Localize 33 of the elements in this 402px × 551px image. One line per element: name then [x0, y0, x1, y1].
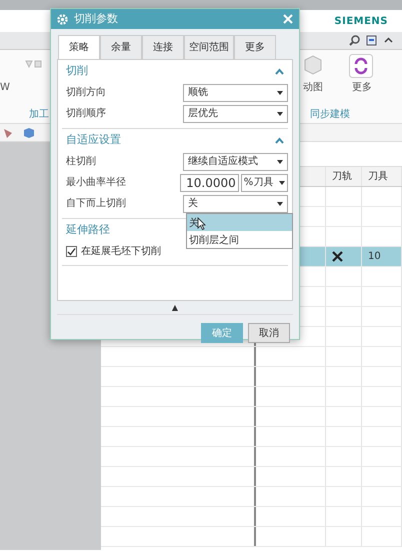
- section-title[interactable]: 切削: [66, 62, 88, 80]
- table-cell-text: 10: [368, 250, 381, 264]
- expand-toggle[interactable]: ▲: [57, 301, 293, 315]
- dropdown-field[interactable]: 顺铣: [182, 84, 288, 102]
- number-field[interactable]: 10.0000: [180, 174, 239, 192]
- tab[interactable]: 策略: [58, 35, 100, 59]
- checkbox-label: 在延展毛坯下切削: [81, 244, 161, 258]
- ribbon-label[interactable]: 加工: [29, 107, 49, 122]
- dialog-title: 切削参数: [74, 10, 119, 27]
- section-title[interactable]: 自适应设置: [66, 132, 121, 148]
- ribbon-label[interactable]: 同步建模: [310, 107, 350, 122]
- field-label: 最小曲率半径: [66, 176, 127, 190]
- tab[interactable]: 余量: [100, 35, 142, 59]
- dropdown-field[interactable]: 关: [182, 194, 288, 212]
- field-label: 切削方向: [66, 86, 107, 100]
- dropdown-field[interactable]: 层优先: [182, 104, 288, 122]
- section-title[interactable]: 延伸路径: [66, 222, 110, 238]
- tab[interactable]: 空间范围: [184, 35, 234, 59]
- field-label: 自下而上切削: [66, 196, 127, 211]
- dropdown-field[interactable]: 继续自适应模式: [182, 152, 288, 170]
- field-label: 切削顺序: [66, 106, 107, 121]
- column-header[interactable]: 刀具: [362, 167, 402, 186]
- ribbon-label[interactable]: 更多: [352, 80, 372, 95]
- tab[interactable]: 更多: [234, 35, 276, 59]
- ribbon-label[interactable]: 动图: [303, 80, 323, 95]
- unit-dropdown[interactable]: %刀具: [240, 174, 288, 192]
- dropdown-option[interactable]: 切削层之间: [187, 231, 292, 248]
- column-header[interactable]: 刀轨: [326, 167, 362, 186]
- ribbon-label[interactable]: W: [0, 80, 10, 95]
- brand-logo: SIEMENS: [334, 14, 388, 28]
- tab[interactable]: 连接: [142, 35, 184, 59]
- cancel-button[interactable]: 取消: [248, 323, 290, 343]
- field-label: 柱切削: [66, 154, 97, 169]
